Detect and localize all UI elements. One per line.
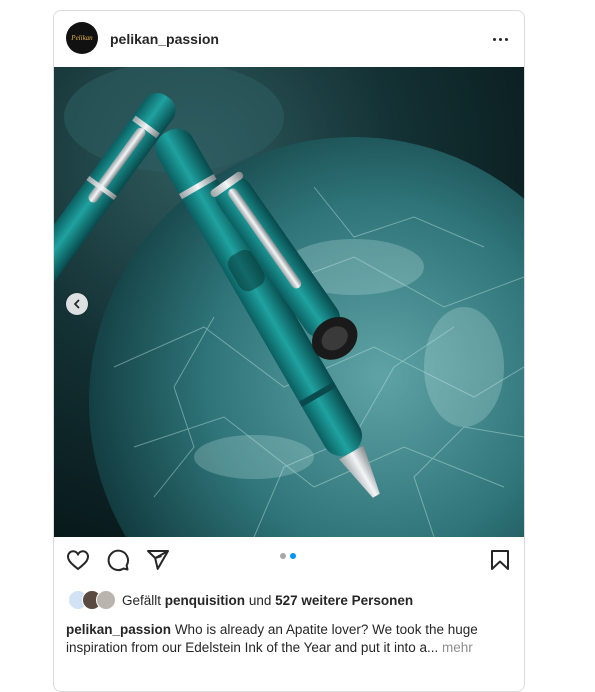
chevron-left-icon xyxy=(74,299,80,309)
carousel-dot xyxy=(280,553,286,559)
carousel-dot-active xyxy=(290,553,296,559)
brand-logo: Pelikan xyxy=(71,34,93,42)
caption: pelikan_passion Who is already an Apatit… xyxy=(66,621,512,657)
heart-icon[interactable] xyxy=(66,548,90,572)
liker-username[interactable]: penquisition xyxy=(165,593,245,608)
caption-more-link[interactable]: mehr xyxy=(442,640,473,655)
more-options-icon[interactable] xyxy=(488,29,512,49)
bookmark-icon[interactable] xyxy=(488,548,512,572)
carousel-indicator xyxy=(280,553,296,559)
caption-username[interactable]: pelikan_passion xyxy=(66,622,171,637)
likes-count-link[interactable]: 527 weitere Personen xyxy=(275,593,413,608)
post-header: Pelikan pelikan_passion xyxy=(54,11,524,67)
liker-avatars[interactable] xyxy=(66,589,122,611)
action-bar xyxy=(54,537,524,583)
likes-prefix: Gefällt xyxy=(122,592,162,608)
post-card: Pelikan pelikan_passion Gefällt penquisi… xyxy=(53,10,525,692)
likes-row: Gefällt penquisition und 527 weitere Per… xyxy=(66,589,413,611)
post-image[interactable] xyxy=(54,67,524,537)
pen-photo xyxy=(54,67,524,537)
likes-connector: und xyxy=(248,592,272,608)
share-icon[interactable] xyxy=(146,548,170,572)
post-username[interactable]: pelikan_passion xyxy=(110,31,219,47)
liker-avatar xyxy=(96,590,116,610)
avatar[interactable]: Pelikan xyxy=(66,22,98,54)
comment-icon[interactable] xyxy=(106,548,130,572)
previous-slide-button[interactable] xyxy=(66,293,88,315)
